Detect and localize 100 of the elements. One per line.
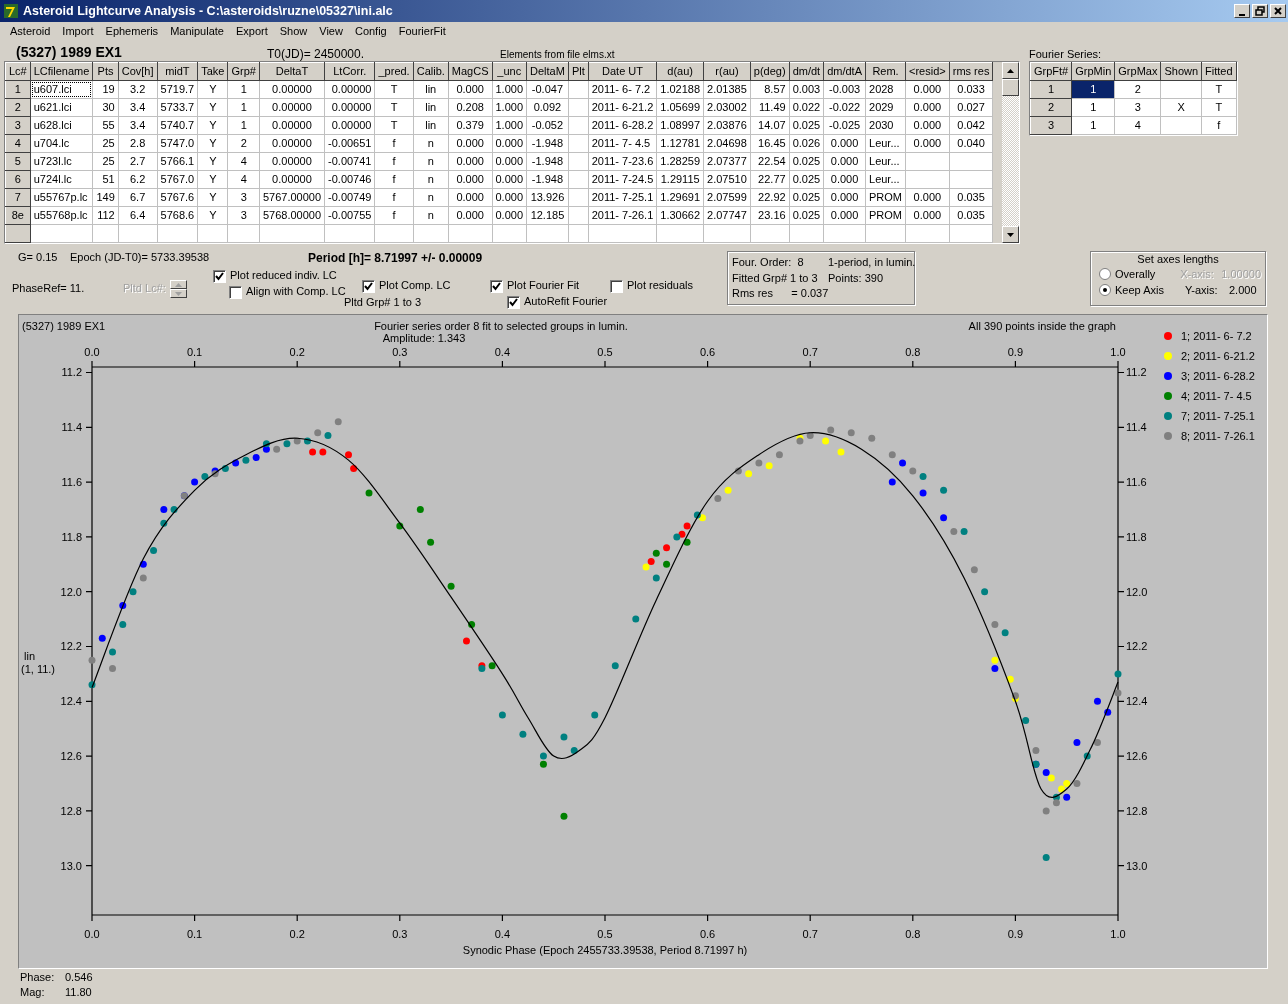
tick-label: 11.6 [1126, 476, 1147, 489]
tick-label: 0.2 [289, 346, 305, 358]
table-cell: 0.00000 [259, 116, 325, 135]
table-cell: 3 [227, 188, 260, 207]
table-cell: 0.025 [789, 170, 824, 189]
table-cell: 1 [227, 98, 260, 117]
table-cell: 0.035 [949, 188, 993, 207]
table-cell: 0.000 [823, 188, 866, 207]
table-cell: 1.30662 [656, 206, 704, 225]
tick-label: 12.2 [60, 640, 82, 653]
table-cell: 0.00000 [259, 134, 325, 153]
table-cell: 0.00000 [324, 98, 375, 117]
table-cell: 2029 [865, 98, 906, 117]
tick-label: 0.0 [84, 928, 100, 940]
table-cell: 30 [92, 98, 119, 117]
table-cell: -0.052 [526, 116, 569, 135]
table-cell: PROM [865, 206, 906, 225]
table-cell: 8.57 [750, 80, 790, 99]
table-cell: 0.000 [823, 134, 866, 153]
plot-object-title: (5327) 1989 EX1 [22, 320, 106, 332]
table-cell: -0.003 [823, 80, 866, 99]
readout-value: 11.80 [65, 986, 92, 1000]
tick-label: 12.2 [1126, 640, 1148, 653]
table-cell: 0.025 [789, 188, 824, 207]
checkbox-label: Plot Comp. LC [379, 279, 451, 293]
table-cell: 2.03002 [703, 98, 751, 117]
table-cell: 0.000 [448, 80, 492, 99]
table-cell: 0.00000 [259, 80, 325, 99]
tick-label: 0.2 [289, 928, 305, 940]
table-cell: -0.00741 [324, 152, 375, 171]
table-cell: 0.000 [448, 134, 492, 153]
table-cell: 1 [227, 116, 260, 135]
tick-label: 13.0 [60, 859, 82, 872]
radio-label: Overally [1115, 267, 1157, 281]
table-cell: 2.01385 [703, 80, 751, 99]
table-cell: 149 [92, 188, 119, 207]
tick-label: 0.6 [699, 928, 716, 940]
points-note: All 390 points inside the graph [968, 320, 1116, 332]
table-cell: 2030 [865, 116, 906, 135]
checkbox-label: Plot Fourier Fit [507, 279, 580, 293]
table-cell: Y [197, 188, 228, 207]
table-cell: T [375, 116, 414, 135]
table-cell: 16.45 [750, 134, 790, 153]
table-cell: 1.28259 [656, 152, 704, 171]
table-cell: 0.000 [492, 152, 527, 171]
tick-label: 11.8 [1126, 530, 1147, 543]
table-cell: 1.000 [492, 98, 527, 117]
table-cell: u55768p.lc [30, 206, 93, 225]
table-cell: lin [413, 98, 449, 117]
table-cell: 0.000 [823, 170, 866, 189]
amplitude-label: Amplitude: 1.343 [382, 332, 466, 344]
table-cell: 3.2 [118, 80, 158, 99]
elements-source-label: Elements from file elms.xt [500, 49, 615, 61]
table-cell: T [375, 98, 414, 117]
table-cell: n [413, 188, 449, 207]
tick-label: 0.3 [392, 346, 408, 358]
table-cell: 2011- 6- 7.2 [588, 80, 657, 99]
table-cell: 2.07747 [703, 206, 751, 225]
table-cell: 0.040 [949, 134, 993, 153]
table-cell: n [413, 170, 449, 189]
table-cell: 0.208 [448, 98, 492, 117]
table-cell: 3 [227, 206, 260, 225]
table-cell: Leur... [865, 170, 906, 189]
table-cell: u724l.lc [30, 170, 93, 189]
table-cell: 2011- 6-28.2 [588, 116, 657, 135]
tick-label: 11.2 [61, 366, 82, 379]
table-cell: n [413, 206, 449, 225]
checkbox-label: AutoRefit Fourier [524, 295, 608, 309]
table-cell: lin [413, 116, 449, 135]
summary-text: 1-period, in lumin. [828, 255, 916, 270]
table-cell: f [375, 152, 414, 171]
readout-label: Phase: [20, 971, 56, 985]
legend-label: 7; 2011- 7-25.1 [1181, 410, 1255, 422]
table-cell: n [413, 152, 449, 171]
epoch-label: Epoch (JD-T0)= 5733.39538 [70, 251, 211, 265]
table-cell: 22.92 [750, 188, 790, 207]
table-cell: 22.54 [750, 152, 790, 171]
asteroid-title: (5327) 1989 EX1 [15, 44, 123, 61]
table-cell: 19 [92, 80, 119, 99]
plotted-group-label: Pltd Grp# 1 to 3 [344, 296, 423, 310]
table-cell: X [1160, 98, 1202, 117]
table-cell: 2011- 7- 4.5 [588, 134, 657, 153]
group-title: Set axes lengths [1137, 253, 1219, 265]
legend-label: 2; 2011- 6-21.2 [1181, 350, 1255, 362]
table-cell: 1.02188 [656, 80, 704, 99]
tick-label: 0.1 [186, 346, 203, 358]
table-cell: 0.379 [448, 116, 492, 135]
table-cell: 2.07377 [703, 152, 751, 171]
table-cell: 0.00000 [259, 152, 325, 171]
table-cell: Leur... [865, 134, 906, 153]
epoch-zero-label: T0(JD)= 2450000. [267, 46, 366, 61]
table-cell: 5768.6 [157, 206, 198, 225]
tick-label: 11.8 [61, 530, 82, 543]
table-cell: 23.16 [750, 206, 790, 225]
table-cell: 1.08997 [656, 116, 704, 135]
table-cell: 2.07510 [703, 170, 751, 189]
table-cell: 0.000 [905, 80, 950, 99]
summary-text: Fitted Grp# 1 to 3 [732, 270, 819, 286]
axis-length-value: 2.000 [1229, 283, 1257, 297]
table-cell: lin [413, 80, 449, 99]
